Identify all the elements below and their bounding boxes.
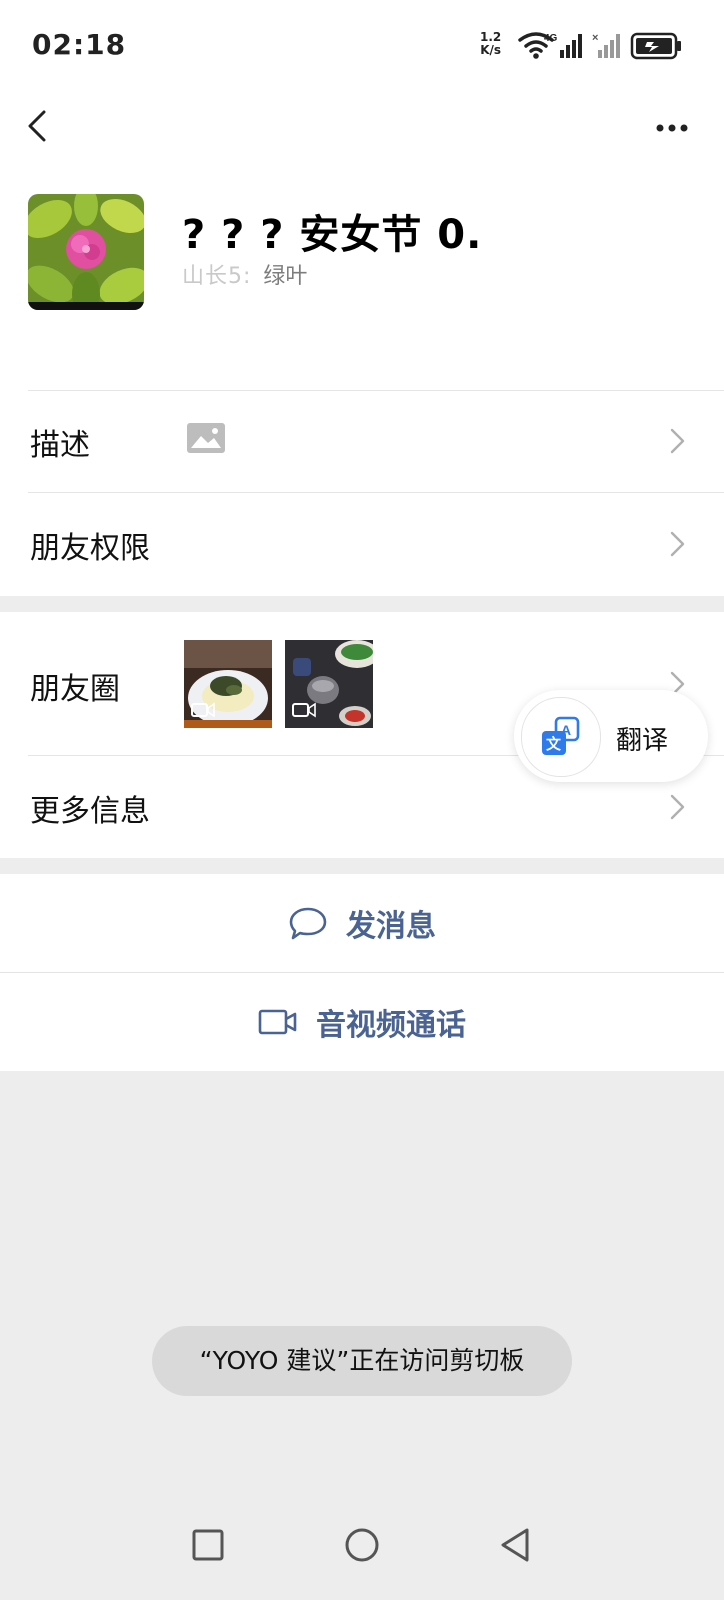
send-message-button[interactable]: 发消息 bbox=[0, 874, 724, 972]
chat-bubble-icon bbox=[289, 907, 327, 940]
profile-id-value: 绿叶 bbox=[263, 264, 308, 289]
signal-4g-icon: 4G bbox=[544, 33, 582, 58]
svg-text:×: × bbox=[592, 32, 598, 44]
square-icon bbox=[192, 1529, 224, 1561]
image-placeholder-icon bbox=[187, 423, 225, 453]
circle-icon bbox=[345, 1528, 379, 1562]
moments-label: 朋友圈 bbox=[30, 672, 120, 707]
chevron-right-icon bbox=[670, 428, 685, 454]
back-button[interactable] bbox=[18, 104, 58, 148]
back-nav-button[interactable] bbox=[491, 1520, 541, 1570]
translate-label: 翻译 bbox=[616, 726, 669, 756]
status-icons: 4G × bbox=[518, 32, 681, 60]
profile-header: ? ? ? 安女节 0. 山长5: 绿叶 bbox=[0, 182, 724, 390]
profile-nickname: ? ? ? 安女节 0. bbox=[182, 212, 483, 258]
net-speed: 1.2 K/s bbox=[480, 31, 501, 57]
battery-charging-icon bbox=[630, 32, 681, 60]
top-nav bbox=[0, 90, 724, 182]
more-button[interactable] bbox=[650, 114, 698, 142]
profile-id-blurred: 山长5: bbox=[182, 264, 252, 289]
chevron-right-icon bbox=[670, 531, 685, 557]
status-time: 02:18 bbox=[32, 28, 127, 61]
home-button[interactable] bbox=[337, 1520, 387, 1570]
system-nav-bar bbox=[0, 1500, 724, 1600]
clipboard-toast: “YOYO 建议”正在访问剪切板 bbox=[152, 1326, 572, 1396]
friend-permissions-row[interactable]: 朋友权限 bbox=[0, 493, 724, 596]
av-call-button[interactable]: 音视频通话 bbox=[0, 973, 724, 1071]
no-signal-icon: × bbox=[592, 32, 620, 58]
more-info-label: 更多信息 bbox=[30, 794, 150, 829]
svg-text:4G: 4G bbox=[544, 33, 558, 44]
translate-icon-wrap: A 文 bbox=[521, 697, 601, 777]
flower-avatar-image bbox=[28, 194, 144, 310]
avatar[interactable] bbox=[28, 194, 144, 310]
translate-button[interactable]: A 文 翻译 bbox=[514, 690, 708, 782]
profile-id: 山长5: 绿叶 bbox=[182, 258, 307, 290]
food-video-thumbnail bbox=[285, 640, 373, 728]
moments-thumb-2[interactable] bbox=[285, 640, 373, 728]
moments-thumb-1[interactable] bbox=[184, 640, 272, 728]
av-call-label: 音视频通话 bbox=[316, 1008, 466, 1043]
friend-permissions-label: 朋友权限 bbox=[30, 531, 150, 566]
info-section: 描述 朋友权限 bbox=[0, 390, 724, 596]
svg-text:文: 文 bbox=[546, 735, 562, 753]
triangle-back-icon bbox=[501, 1528, 529, 1562]
description-label: 描述 bbox=[30, 428, 90, 463]
status-bar: 02:18 1.2 K/s 4G × bbox=[0, 0, 724, 90]
food-video-thumbnail bbox=[184, 640, 272, 728]
chevron-right-icon bbox=[670, 794, 685, 820]
video-call-icon bbox=[258, 1009, 297, 1035]
translate-icon: A 文 bbox=[542, 716, 580, 755]
more-dots-icon bbox=[656, 124, 688, 132]
net-speed-unit: K/s bbox=[480, 43, 502, 57]
send-message-label: 发消息 bbox=[346, 909, 436, 944]
chevron-left-icon bbox=[28, 110, 46, 142]
description-row[interactable]: 描述 bbox=[0, 390, 724, 492]
recents-button[interactable] bbox=[183, 1520, 233, 1570]
